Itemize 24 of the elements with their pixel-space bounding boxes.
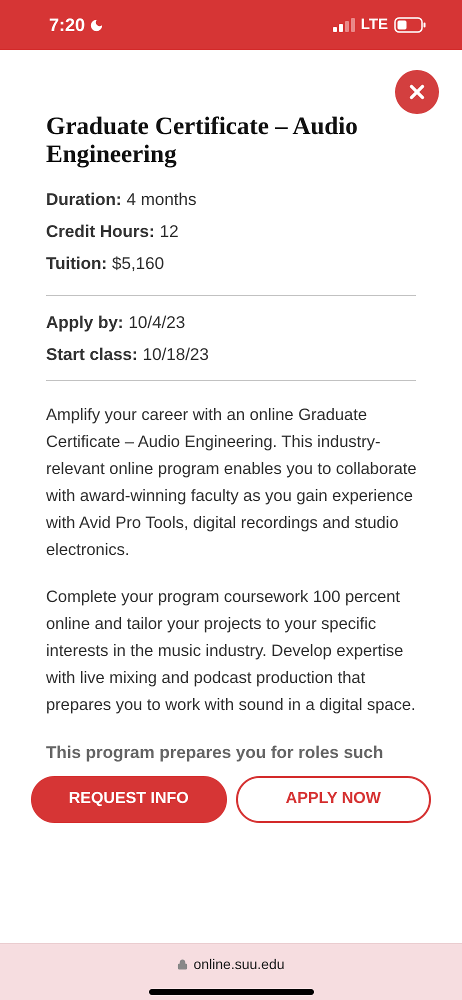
close-button[interactable] (395, 70, 439, 114)
fact-label: Start class: (46, 344, 138, 366)
fact-value: 4 months (126, 189, 196, 211)
fact-value: 12 (160, 221, 179, 243)
fact-label: Tuition: (46, 253, 108, 275)
fact-label: Apply by: (46, 312, 124, 334)
battery-icon (394, 17, 426, 33)
description-paragraph: Amplify your career with an online Graduate Certificate – Audio Engineering. This industry-relevant online program enables you to collaborate with award-winning faculty as you gain experience with Avid Pro Tools, digital recordings and studio electronics. (46, 405, 418, 561)
signal-icon (332, 18, 355, 32)
lock-icon (177, 959, 188, 970)
apply-now-button[interactable]: APPLY NOW (236, 776, 431, 822)
moon-icon (89, 18, 104, 32)
fact-label: Duration: (46, 189, 122, 211)
roles-heading: This program prepares you for roles such (46, 742, 384, 764)
description-paragraph: Complete your program coursework 100 percent online and tailor your projects to your specific interests in the music industry. Develop expertise with live mixing and podcast production that prepares you to work with sound in a digital space. (46, 587, 417, 716)
url-text: online.suu.edu (193, 955, 285, 974)
program-title: Graduate Certificate – Audio Engineering (46, 113, 359, 169)
status-time: 7:20 (49, 14, 86, 36)
network-label: LTE (360, 14, 388, 35)
fact-value: $5,160 (112, 253, 164, 275)
request-info-button[interactable]: REQUEST INFO (31, 776, 226, 822)
fact-value: 10/4/23 (128, 312, 186, 334)
fact-label: Credit Hours: (46, 221, 155, 243)
fact-value: 10/18/23 (142, 344, 209, 366)
